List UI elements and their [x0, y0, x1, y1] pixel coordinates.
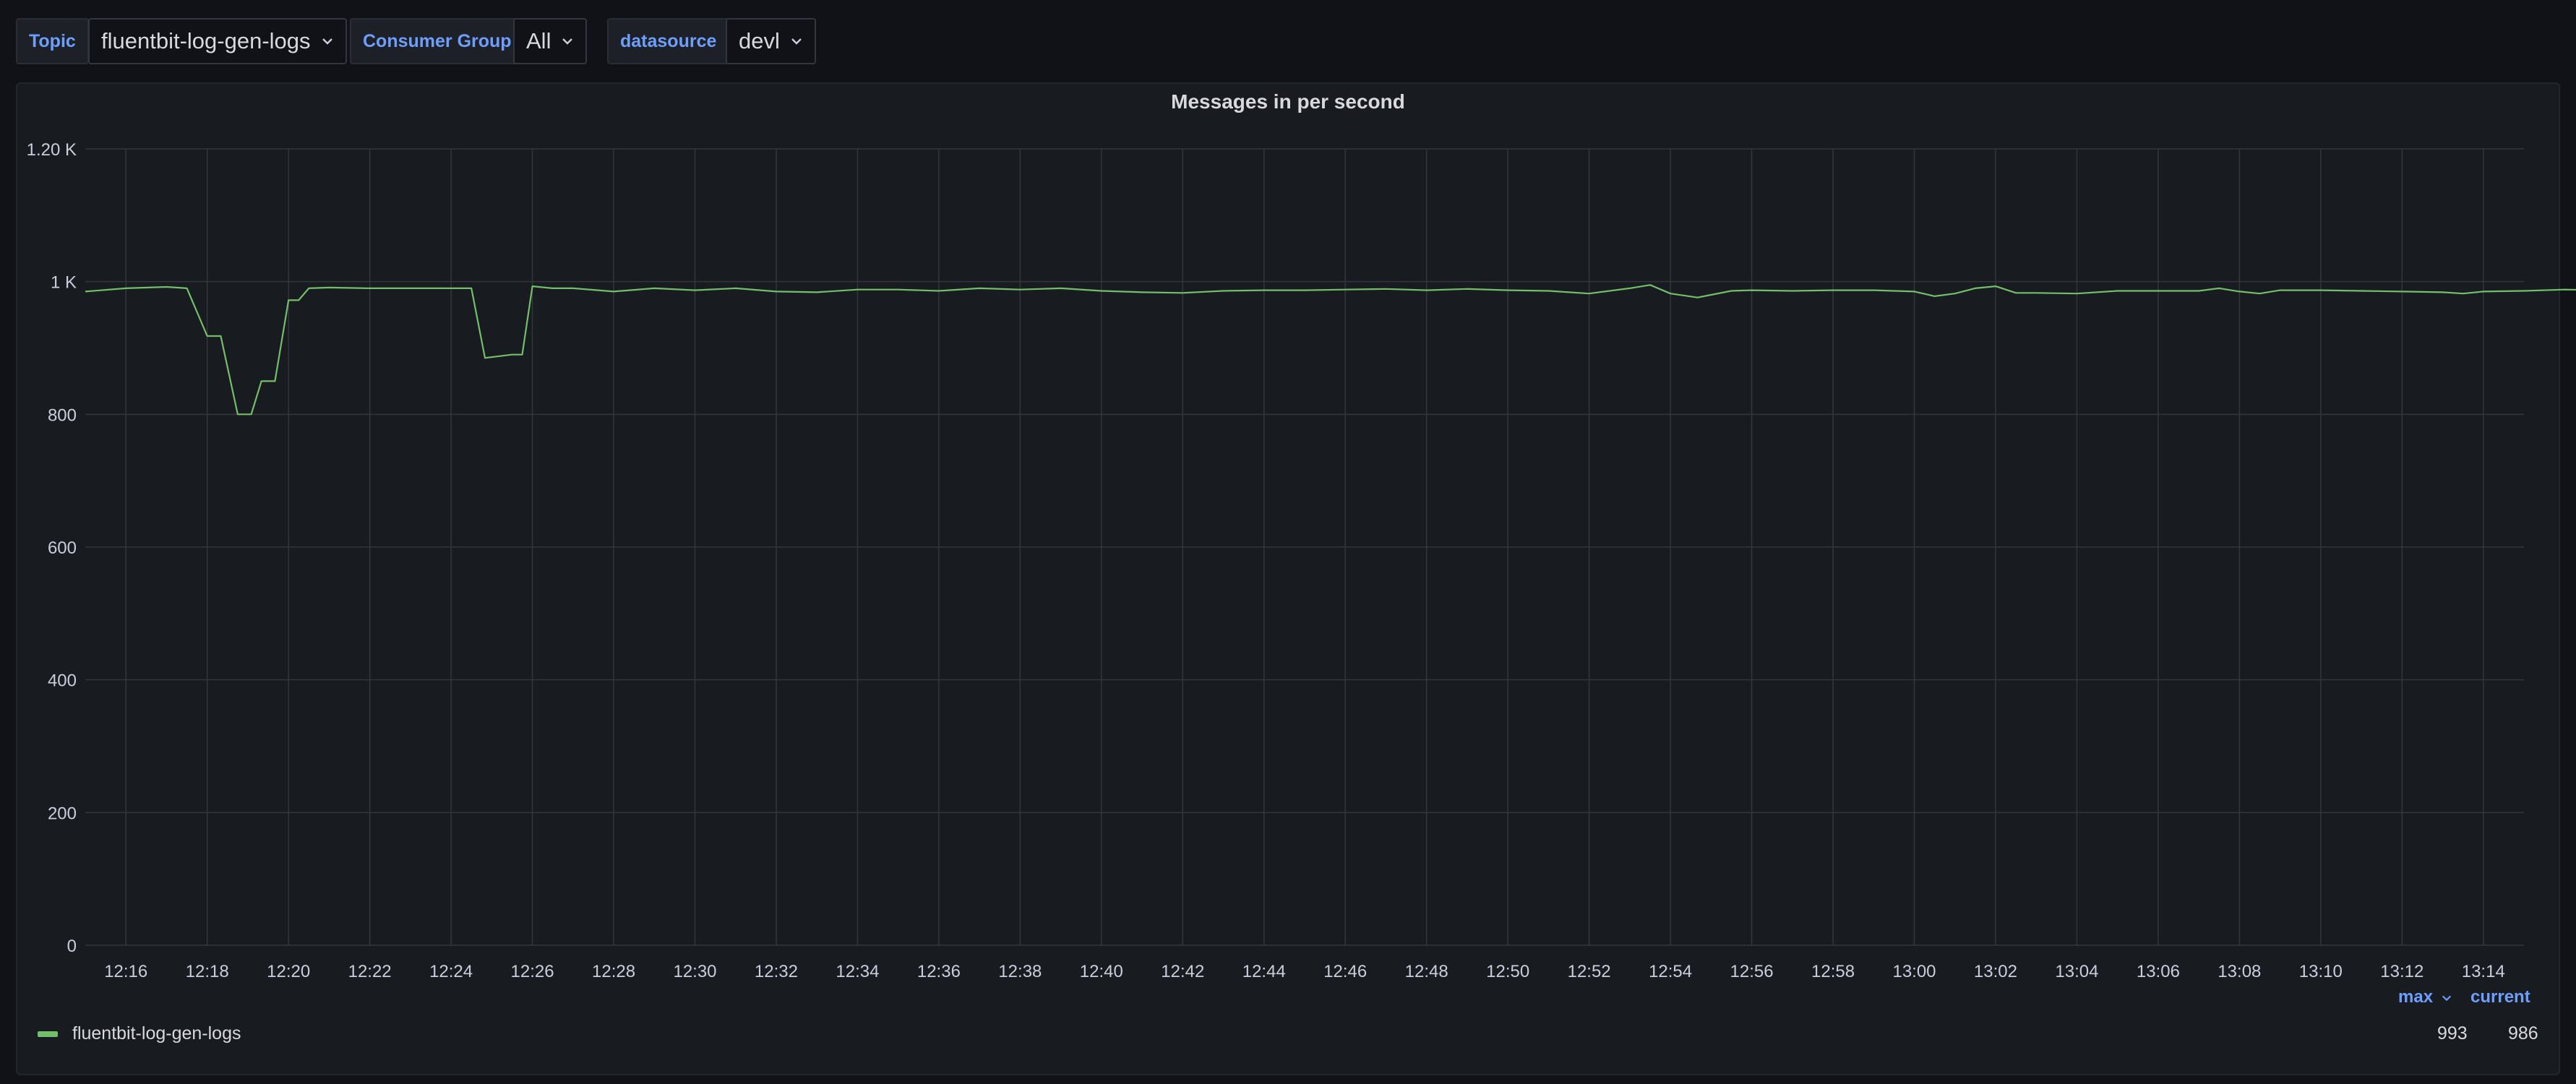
x-tick-label: 12:18: [186, 962, 229, 981]
x-tick-label: 12:50: [1486, 962, 1529, 981]
x-tick-label: 12:54: [1649, 962, 1692, 981]
x-tick-label: 12:36: [917, 962, 961, 981]
legend-series-name: fluentbit-log-gen-logs: [72, 1023, 241, 1044]
y-tick-label: 400: [48, 671, 77, 691]
y-tick-label: 200: [48, 804, 77, 823]
x-tick-label: 12:56: [1730, 962, 1774, 981]
legend-column-max-label: max: [2398, 987, 2434, 1007]
series-color-swatch: [38, 1031, 58, 1037]
y-tick-label: 600: [48, 538, 77, 558]
x-tick-label: 12:42: [1161, 962, 1204, 981]
x-tick-label: 12:24: [429, 962, 473, 981]
series-line: [85, 284, 2576, 416]
chevron-down-icon: [2442, 995, 2451, 1001]
x-tick-label: 12:26: [511, 962, 554, 981]
x-tick-label: 12:44: [1242, 962, 1286, 981]
y-tick-label: 1.20 K: [27, 140, 77, 160]
x-tick-label: 12:46: [1323, 962, 1367, 981]
x-tick-label: 13:00: [1892, 962, 1936, 981]
x-tick-label: 13:14: [2462, 962, 2505, 981]
x-tick-label: 12:16: [104, 962, 147, 981]
x-tick-label: 13:10: [2299, 962, 2343, 981]
y-tick-label: 1 K: [51, 273, 77, 293]
x-tick-label: 12:48: [1405, 962, 1448, 981]
legend-column-max[interactable]: max: [2398, 987, 2452, 1007]
x-tick-label: 12:28: [592, 962, 635, 981]
x-tick-label: 12:52: [1568, 962, 1611, 981]
legend-value-current: 986: [2508, 1023, 2538, 1044]
x-tick-label: 12:34: [836, 962, 879, 981]
x-tick-label: 13:12: [2380, 962, 2423, 981]
x-tick-label: 12:38: [998, 962, 1042, 981]
x-tick-label: 12:40: [1080, 962, 1123, 981]
x-tick-label: 13:02: [1974, 962, 2017, 981]
x-tick-label: 12:22: [348, 962, 392, 981]
y-tick-label: 0: [67, 937, 77, 956]
x-tick-label: 12:32: [755, 962, 798, 981]
line-chart: 0 200 400 600 800 1 K 1.20 K 12:16 12:18 12:20 12:…: [27, 140, 2576, 981]
x-tick-label: 13:08: [2217, 962, 2261, 981]
y-tick-label: 800: [48, 405, 77, 425]
x-tick-label: 12:30: [673, 962, 716, 981]
x-tick-label: 12:58: [1811, 962, 1855, 981]
legend-column-current[interactable]: current: [2470, 987, 2530, 1007]
legend-value-max: 993: [2437, 1023, 2468, 1044]
x-tick-label: 13:04: [2055, 962, 2098, 981]
x-tick-label: 13:06: [2137, 962, 2180, 981]
x-tick-label: 12:20: [267, 962, 310, 981]
legend-series-item[interactable]: fluentbit-log-gen-logs: [38, 1023, 241, 1044]
